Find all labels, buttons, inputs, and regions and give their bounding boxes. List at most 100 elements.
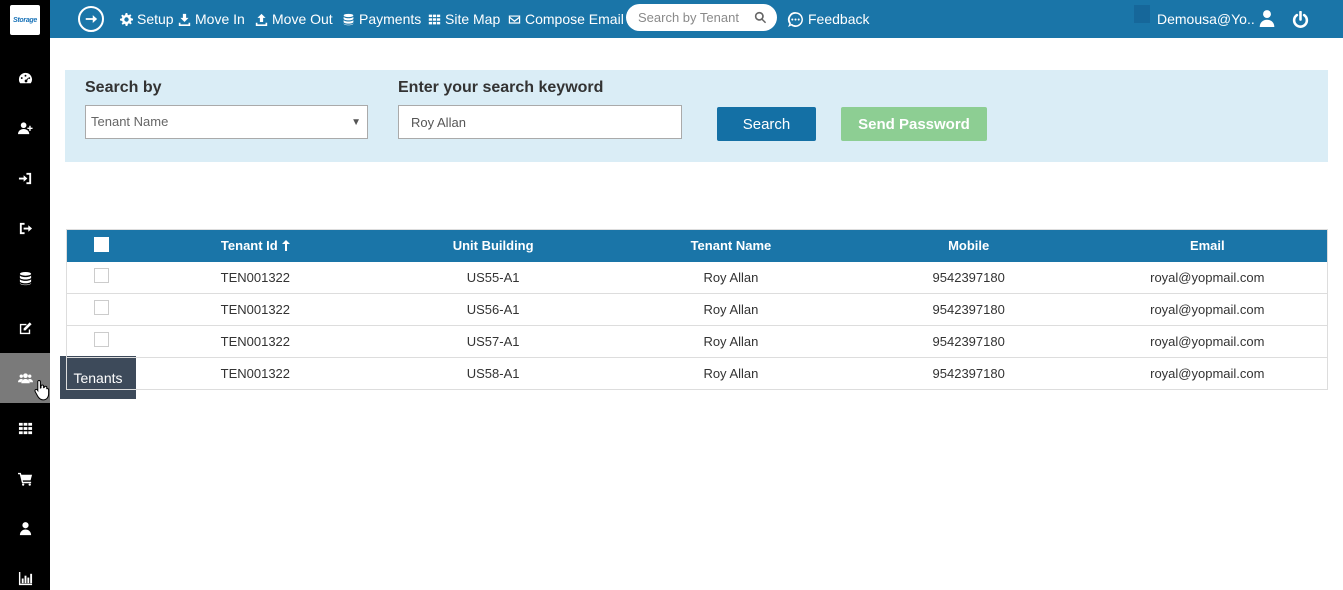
sidebar-item-sign-in[interactable]: [0, 153, 50, 203]
nav-move-in[interactable]: Move In: [178, 0, 245, 38]
logo-text: Storage: [13, 16, 37, 24]
row-select-cell: [67, 326, 137, 358]
move-out-icon: [255, 13, 268, 26]
table-row[interactable]: TEN001322 US55-A1 Roy Allan 9542397180 r…: [66, 262, 1328, 294]
envelope-icon: [508, 14, 521, 24]
search-by-label: Search by: [85, 79, 162, 96]
cart-icon: [17, 472, 32, 486]
cell-email: royal@yopmail.com: [1150, 334, 1265, 349]
search-icon[interactable]: [754, 11, 767, 24]
table-header-row: Tenant Id Unit Building Tenant Name Mobi…: [66, 229, 1328, 262]
user-icon: [19, 521, 31, 535]
app-logo[interactable]: Storage: [10, 5, 40, 35]
row-checkbox[interactable]: [94, 300, 110, 316]
navigate-arrow-button[interactable]: [78, 6, 104, 32]
nav-move-out-label: Move Out: [272, 11, 333, 27]
search-by-value: Tenant Name: [91, 114, 169, 129]
header-tenant-name[interactable]: Tenant Name: [612, 230, 850, 262]
header-tenant-id-label: Tenant Id: [220, 238, 278, 254]
cell-email: royal@yopmail.com: [1150, 269, 1265, 285]
feedback-icon: [787, 11, 803, 27]
arrow-right-icon: [85, 15, 98, 23]
user-icon[interactable]: [1258, 9, 1276, 27]
nav-setup[interactable]: Setup: [120, 0, 174, 38]
cell-tenant-id: TEN001322: [220, 366, 291, 381]
hand-cursor-icon: [34, 379, 50, 401]
sidebar-item-move-in[interactable]: [0, 103, 50, 153]
row-select-cell: [67, 294, 137, 326]
bar-chart-icon: [18, 571, 32, 585]
select-all-checkbox[interactable]: [94, 237, 110, 253]
row-checkbox[interactable]: [94, 267, 110, 283]
sidebar-item-sign-out[interactable]: [0, 203, 50, 253]
gear-icon: [120, 12, 133, 26]
sidebar-item-cart[interactable]: [0, 453, 50, 503]
grid-icon: [428, 14, 441, 24]
caret-down-icon: ▼: [351, 117, 361, 128]
cell-tenant-id: TEN001322: [220, 269, 291, 285]
cell-email: royal@yopmail.com: [1150, 366, 1265, 381]
move-in-icon: [178, 13, 191, 26]
cell-unit-building: US56-A1: [466, 302, 520, 317]
nav-compose-email-label: Compose Email: [525, 11, 624, 27]
table-row[interactable]: TEN001322 US57-A1 Roy Allan 9542397180 r…: [66, 326, 1328, 358]
sidebar-item-payments[interactable]: [0, 253, 50, 303]
tenant-search-box: [626, 4, 777, 31]
keyword-label: Enter your search keyword: [398, 79, 604, 96]
database-icon: [19, 271, 31, 285]
nav-move-in-label: Move In: [195, 11, 245, 27]
app-root: Storage Tenants Setup Move In Move Out P…: [0, 0, 1343, 590]
nav-site-map[interactable]: Site Map: [428, 0, 500, 38]
nav-compose-email[interactable]: Compose Email: [508, 0, 624, 38]
user-badge: [1134, 5, 1150, 23]
nav-setup-label: Setup: [137, 11, 174, 27]
sidebar-item-reports[interactable]: [0, 553, 50, 590]
sidebar-item-dashboard[interactable]: [0, 53, 50, 103]
sign-in-icon: [18, 172, 31, 184]
search-button[interactable]: Search: [717, 107, 816, 141]
header-tenant-id[interactable]: Tenant Id: [136, 230, 374, 262]
row-select-cell: [67, 262, 137, 294]
cell-unit-building: US55-A1: [466, 269, 520, 285]
nav-payments[interactable]: Payments: [342, 0, 421, 38]
search-by-select[interactable]: Tenant Name ▼: [85, 105, 368, 139]
sidebar-item-compose[interactable]: [0, 303, 50, 353]
cell-tenant-id: TEN001322: [220, 302, 291, 317]
top-navbar: Setup Move In Move Out Payments Site Map…: [50, 0, 1343, 38]
select-all-header: [67, 230, 137, 262]
table-row[interactable]: TEN001322 US56-A1 Roy Allan 9542397180 r…: [66, 294, 1328, 326]
table-row[interactable]: TEN001322 US58-A1 Roy Allan 9542397180 r…: [66, 358, 1328, 390]
user-name[interactable]: Demousa@Yo..: [1157, 0, 1255, 38]
row-checkbox[interactable]: [94, 332, 110, 348]
nav-move-out[interactable]: Move Out: [255, 0, 333, 38]
nav-payments-label: Payments: [359, 11, 422, 27]
user-plus-icon: [17, 121, 33, 134]
tenant-search-input[interactable]: [638, 8, 750, 27]
header-email[interactable]: Email: [1088, 230, 1328, 262]
sidebar-item-site-map[interactable]: [0, 403, 50, 453]
send-password-button[interactable]: Send Password: [841, 107, 987, 141]
database-icon: [343, 13, 354, 25]
cell-email: royal@yopmail.com: [1150, 302, 1265, 317]
power-icon[interactable]: [1292, 11, 1309, 28]
cell-tenant-name: Roy Allan: [703, 269, 759, 285]
cell-tenant-id: TEN001322: [220, 334, 291, 349]
cell-tenant-name: Roy Allan: [703, 366, 759, 381]
grid-icon: [18, 422, 32, 434]
tenants-table: Tenant Id Unit Building Tenant Name Mobi…: [66, 229, 1328, 390]
nav-feedback[interactable]: Feedback: [787, 0, 869, 38]
row-select-cell: [67, 358, 137, 390]
edit-icon: [19, 321, 32, 334]
search-panel: Search by Tenant Name ▼ Enter your searc…: [65, 70, 1328, 162]
sidebar-item-profile[interactable]: [0, 503, 50, 553]
dashboard-icon: [18, 72, 32, 83]
cell-mobile: 9542397180: [932, 269, 1005, 285]
nav-site-map-label: Site Map: [445, 11, 501, 27]
header-mobile[interactable]: Mobile: [850, 230, 1088, 262]
sidebar: Storage: [0, 0, 50, 590]
keyword-input[interactable]: [398, 105, 682, 139]
header-unit-building[interactable]: Unit Building: [374, 230, 612, 262]
cell-mobile: 9542397180: [932, 366, 1005, 381]
sign-out-icon: [19, 222, 32, 234]
cell-unit-building: US57-A1: [466, 334, 520, 349]
